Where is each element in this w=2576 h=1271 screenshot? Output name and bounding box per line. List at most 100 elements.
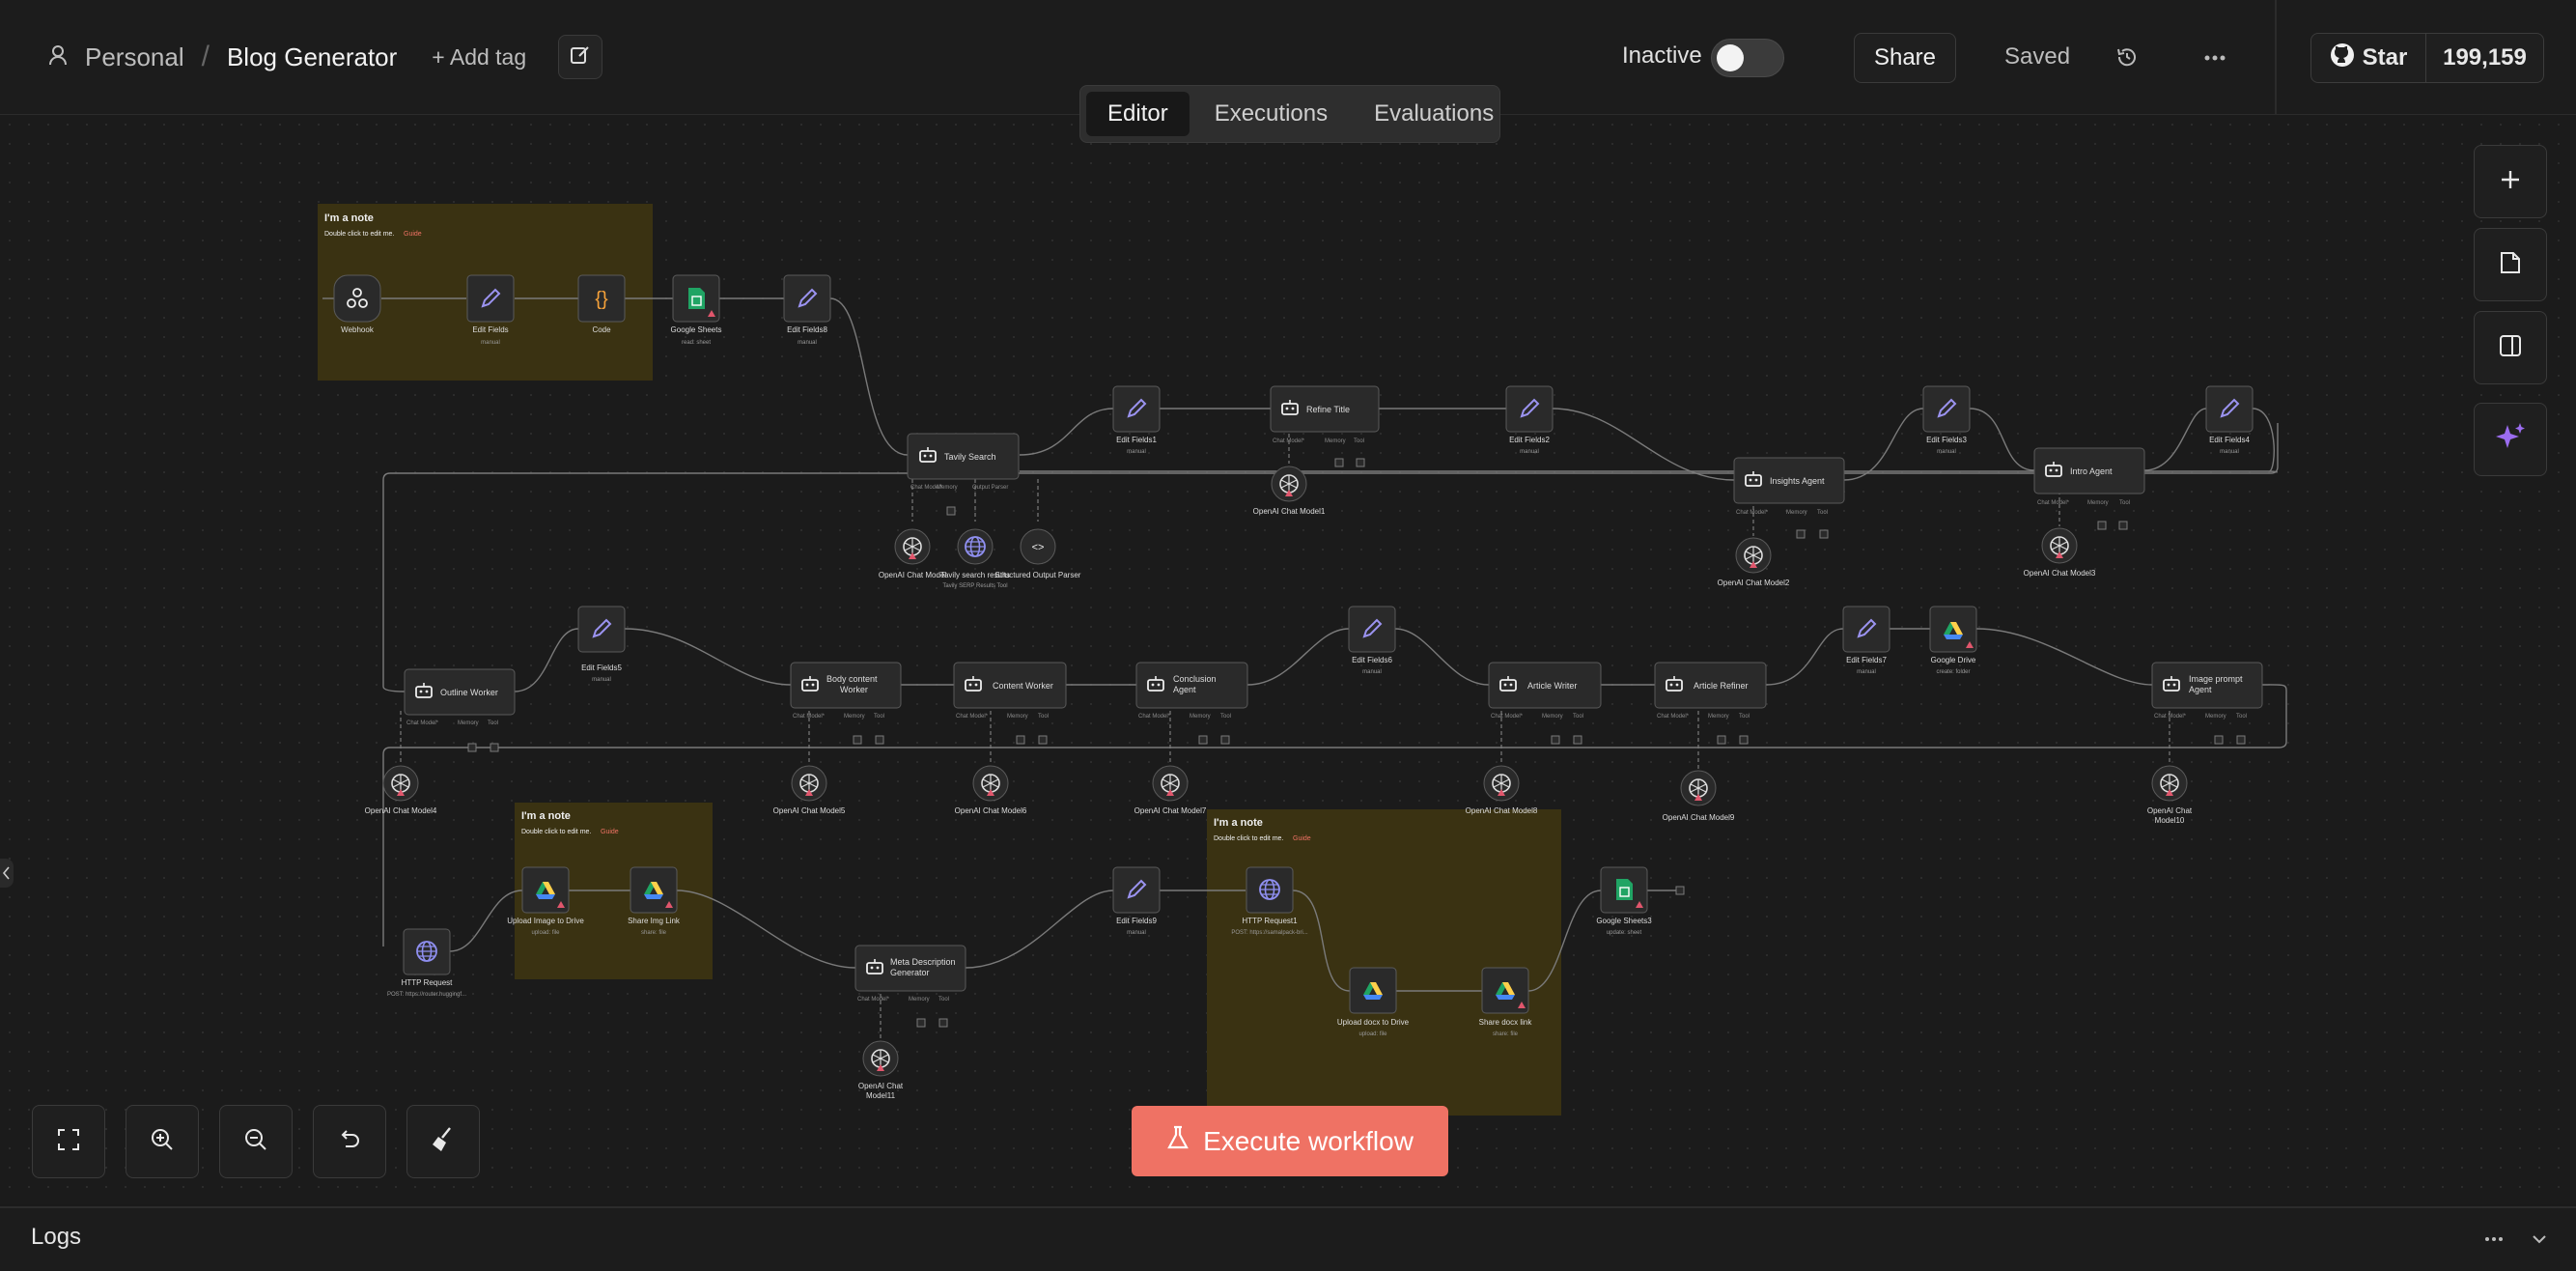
node-meta-description-generator[interactable]: Meta Description Generator: [854, 945, 966, 992]
node-edit-fields5[interactable]: Edit Fields5 manual: [577, 606, 626, 683]
port-labels-row2: Chat Model* Memory Tool Chat Model* Memory T…: [406, 714, 2247, 726]
history-icon[interactable]: [2114, 44, 2140, 74]
node-tavily-search-results[interactable]: Tavily search results Tavily SERP Result…: [940, 528, 1010, 589]
add-sticky-note-button[interactable]: [2474, 228, 2547, 301]
node-edit-fields4[interactable]: Edit Fields4 manual: [2205, 385, 2254, 455]
edit-description-button[interactable]: [558, 35, 602, 79]
tab-evaluations[interactable]: Evaluations: [1353, 92, 1515, 136]
node-openai-chat-model8[interactable]: OpenAI Chat Model8: [1466, 765, 1538, 815]
chevron-down-icon[interactable]: [2530, 1229, 2549, 1254]
more-options-icon[interactable]: [2203, 48, 2226, 72]
zoom-out-button[interactable]: [219, 1105, 293, 1178]
node-label: Structured Output Parser: [995, 571, 1081, 579]
add-tag-button[interactable]: + Add tag: [432, 44, 526, 71]
node-label: Edit Fields6: [1352, 656, 1392, 664]
active-toggle[interactable]: [1711, 39, 1784, 77]
svg-text:Tool: Tool: [1817, 510, 1828, 516]
node-label: Refine Title: [1306, 405, 1350, 414]
execute-workflow-button[interactable]: Execute workflow: [1132, 1106, 1448, 1176]
node-http-request[interactable]: HTTP Request POST: https://router.huggin…: [387, 928, 466, 998]
node-openai-chat-model7[interactable]: OpenAI Chat Model7: [1134, 765, 1207, 815]
tidy-up-button[interactable]: [406, 1105, 480, 1178]
node-body-content-worker[interactable]: Body content Worker: [790, 662, 902, 709]
node-google-sheets3[interactable]: Google Sheets3 update: sheet: [1596, 866, 1652, 936]
node-openai-chat-model4[interactable]: OpenAI Chat Model4: [365, 765, 437, 815]
node-outline-worker[interactable]: Outline Worker: [404, 668, 516, 716]
github-star-count: 199,159: [2443, 44, 2527, 71]
node-openai-chat-model5[interactable]: OpenAI Chat Model5: [773, 765, 846, 815]
workflow-canvas[interactable]: I'm a note Double click to edit me. Guid…: [0, 115, 2576, 1204]
svg-text:Tool: Tool: [1220, 714, 1231, 720]
sticky-note-3[interactable]: I'm a note Double click to edit me. Guid…: [1207, 809, 1561, 1116]
node-label: Google Drive: [1931, 656, 1976, 664]
svg-text:Memory: Memory: [2205, 714, 2226, 720]
node-edit-fields2[interactable]: Edit Fields2 manual: [1505, 385, 1554, 455]
node-edit-fields3[interactable]: Edit Fields3 manual: [1922, 385, 1971, 455]
toggle-knob: [1717, 44, 1744, 71]
collapse-left-handle[interactable]: [0, 859, 14, 888]
node-openai-chat-model9[interactable]: OpenAI Chat Model9: [1663, 770, 1735, 822]
breadcrumb: Personal / Blog Generator + Add tag: [48, 41, 526, 73]
node-tavily-search[interactable]: Tavily Search: [907, 433, 1020, 480]
node-label: OpenAI Chat Model9: [1663, 813, 1735, 822]
node-insights-agent[interactable]: Insights Agent: [1733, 457, 1845, 504]
node-article-writer[interactable]: Article Writer: [1488, 662, 1602, 709]
node-image-prompt-agent[interactable]: Image prompt Agent: [2151, 662, 2263, 709]
node-openai-chat-model6[interactable]: OpenAI Chat Model6: [955, 765, 1027, 815]
node-edit-fields8[interactable]: Edit Fields8 manual: [783, 274, 831, 346]
logs-panel[interactable]: Logs: [0, 1206, 2576, 1271]
add-next-node-button[interactable]: [1675, 886, 1685, 895]
zoom-in-button[interactable]: [126, 1105, 199, 1178]
add-node-button[interactable]: [2474, 145, 2547, 218]
node-article-refiner[interactable]: Article Refiner: [1654, 662, 1767, 709]
node-label: Edit Fields1: [1116, 436, 1157, 444]
node-conclusion-agent[interactable]: Conclusion Agent: [1135, 662, 1248, 709]
share-button[interactable]: Share: [1854, 33, 1956, 83]
tab-editor[interactable]: Editor: [1086, 92, 1190, 136]
node-webhook[interactable]: Webhook: [333, 274, 381, 334]
github-star-widget[interactable]: Star 199,159: [2310, 33, 2544, 83]
node-content-worker[interactable]: Content Worker: [953, 662, 1067, 709]
svg-text:Chat Model*: Chat Model*: [2037, 500, 2070, 506]
node-label: Content Worker: [993, 681, 1053, 691]
logs-more-icon[interactable]: [2483, 1231, 2505, 1252]
node-label: Edit Fields5: [581, 664, 622, 672]
svg-text:Memory: Memory: [2087, 500, 2109, 506]
node-edit-fields7[interactable]: Edit Fields7 manual: [1842, 606, 1890, 675]
node-google-drive[interactable]: Google Drive create: folder: [1929, 606, 1977, 675]
node-refine-title[interactable]: Refine Title: [1270, 385, 1380, 433]
workflow-title[interactable]: Blog Generator: [227, 42, 397, 72]
port-add-buttons-row3[interactable]: [916, 1018, 948, 1028]
node-edit-fields9[interactable]: Edit Fields9 manual: [1112, 866, 1161, 936]
ai-assistant-button[interactable]: [2474, 403, 2547, 476]
logs-title: Logs: [31, 1224, 82, 1250]
breadcrumb-personal[interactable]: Personal: [85, 42, 184, 72]
node-intro-agent[interactable]: Intro Agent: [2033, 447, 2145, 494]
node-sub: read: sheet: [682, 340, 711, 346]
undo-button[interactable]: [313, 1105, 386, 1178]
node-sub: manual: [1520, 449, 1539, 455]
node-openai-chat-model3[interactable]: OpenAI Chat Model3: [2024, 527, 2096, 578]
node-label: OpenAI Chat Model2: [1718, 579, 1790, 587]
node-openai-chat-model2[interactable]: OpenAI Chat Model2: [1718, 537, 1790, 587]
node-openai-chat-model[interactable]: OpenAI Chat Model: [879, 528, 946, 579]
node-label: Code: [592, 325, 611, 334]
node-openai-chat-model10[interactable]: OpenAI Chat Model10: [2147, 765, 2193, 825]
tab-executions[interactable]: Executions: [1193, 92, 1349, 136]
node-edit-fields6[interactable]: Edit Fields6 manual: [1348, 606, 1396, 675]
sticky-note-guide-link: Guide: [601, 829, 619, 835]
toggle-panel-button[interactable]: [2474, 311, 2547, 384]
node-openai-chat-model11[interactable]: OpenAI Chat Model11: [858, 1040, 904, 1100]
svg-text:Tool: Tool: [1354, 438, 1364, 444]
fit-view-button[interactable]: [32, 1105, 105, 1178]
node-label: Edit Fields8: [787, 325, 827, 334]
node-structured-output-parser[interactable]: <> Structured Output Parser: [995, 528, 1081, 579]
svg-text:Chat Model*: Chat Model*: [956, 714, 989, 720]
sticky-note-guide-link: Guide: [404, 231, 422, 238]
port-add-buttons-row2[interactable]: [467, 735, 2246, 752]
sticky-note-text: Double click to edit me.: [521, 829, 591, 835]
node-edit-fields1[interactable]: Edit Fields1 manual: [1112, 385, 1161, 455]
node-label: HTTP Request1: [1242, 917, 1298, 925]
node-google-sheets[interactable]: Google Sheets read: sheet: [671, 274, 722, 346]
github-star-button[interactable]: Star: [2311, 34, 2426, 82]
